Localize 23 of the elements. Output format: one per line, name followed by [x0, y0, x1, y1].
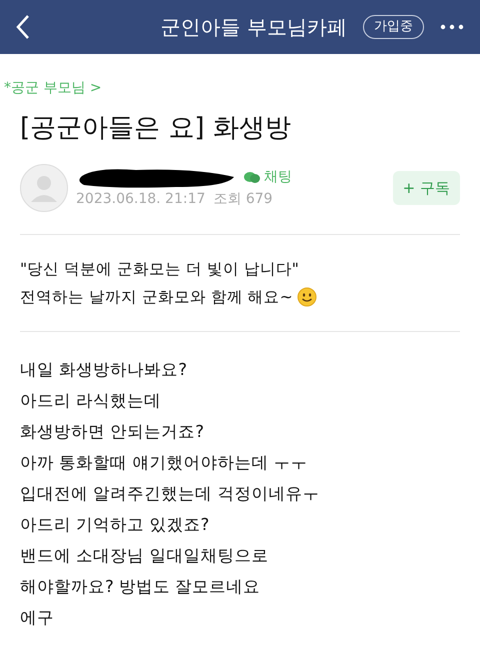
body-text: 내일 화생방하나봐요?	[20, 359, 188, 382]
chat-bubble-icon	[244, 171, 260, 184]
body-text: 해야할까요? 방법도 잘모르네요	[20, 576, 262, 598]
category-link[interactable]: *공군 부모님 >	[0, 78, 480, 99]
quote-text: "당신 덕분에 군화모는 더 빛이 납니다"	[20, 259, 299, 280]
subscribe-button[interactable]: + 구독	[392, 170, 460, 206]
body-text: 아드리 기억하고 있겠죠?	[20, 514, 210, 536]
body-text: 아드리 라식했는데	[20, 390, 162, 412]
view-count: 조회 679	[213, 190, 273, 209]
body-text: 에구	[20, 607, 55, 630]
body-text: 화생방하면 안되는거죠?	[20, 421, 206, 444]
back-icon[interactable]	[16, 14, 30, 40]
body-text: 아까 통화할때 얘기했어야하는데 ㅜㅜ	[20, 452, 309, 474]
chat-link[interactable]: 채팅	[244, 167, 292, 188]
post-date: 2023.06.18. 21:17	[76, 190, 206, 209]
body-text: 입대전에 알려주긴했는데 걱정이네유ㅜ	[20, 483, 320, 506]
body-text: 밴드에 소대장님 일대일채팅으로	[20, 545, 270, 568]
post-title: [공군아들은 요] 화생방	[20, 113, 292, 144]
joined-button[interactable]: 가입중	[362, 15, 424, 39]
quote-text: 전역하는 날까지 군화모와 함께 해요~	[20, 287, 293, 308]
cafe-title: 군인아들 부모님카페	[160, 14, 347, 41]
smiley-icon	[296, 287, 317, 308]
more-icon[interactable]	[440, 24, 464, 30]
